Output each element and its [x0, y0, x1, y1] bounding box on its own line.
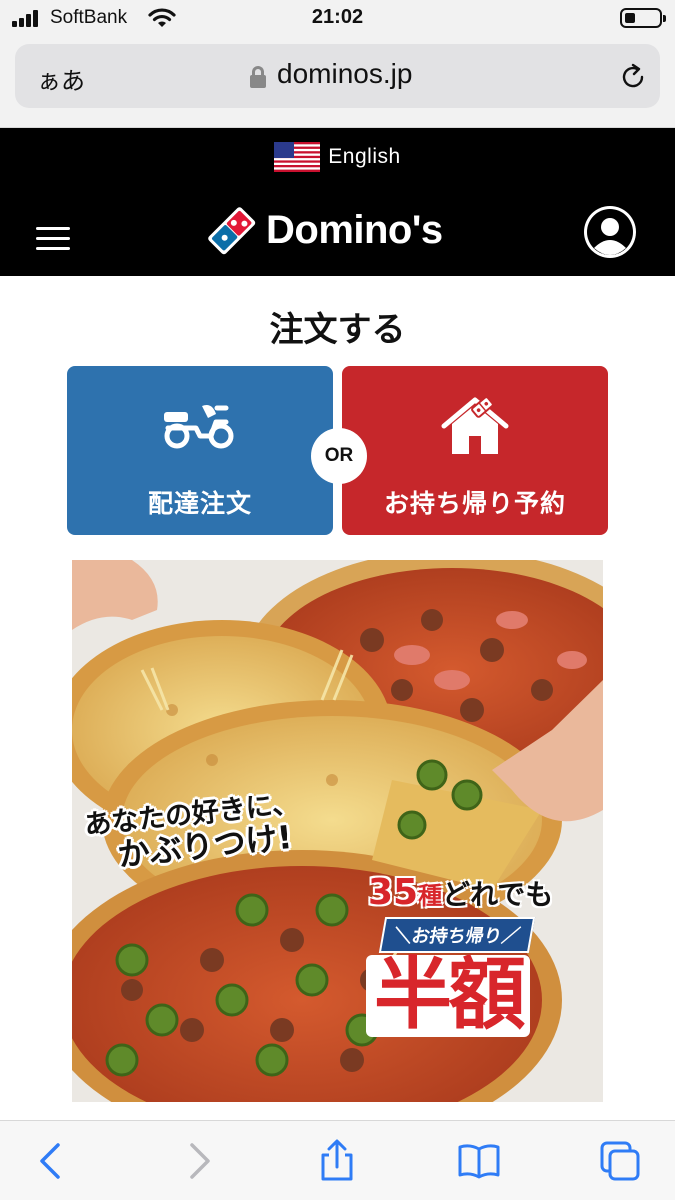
promo-offer: 35種どれでも ＼お持ち帰り／ 半額: [366, 872, 598, 1037]
offer-count-unit: 種: [418, 882, 443, 910]
dominos-logo[interactable]: Domino's: [200, 198, 480, 262]
language-label: English: [328, 145, 401, 168]
or-badge: OR: [311, 428, 367, 484]
site-header: English Domino's: [0, 128, 675, 276]
takeout-order-label: お持ち帰り予約: [383, 489, 566, 518]
account-icon[interactable]: [582, 204, 638, 260]
clock: 21:02: [311, 6, 364, 28]
tabs-icon[interactable]: [598, 1139, 642, 1183]
url-domain[interactable]: dominos.jp: [277, 58, 412, 90]
menu-button[interactable]: [36, 227, 70, 251]
offer-count-suffix: どれでも: [442, 878, 554, 911]
takeout-order-button[interactable]: お持ち帰り予約: [342, 366, 608, 535]
domino-tile-icon: [208, 207, 256, 255]
text-size-button[interactable]: ぁあ: [37, 61, 85, 96]
browser-address-area: ぁあ dominos.jp: [0, 38, 675, 128]
reload-icon[interactable]: [618, 62, 648, 92]
book-icon[interactable]: [457, 1139, 501, 1183]
offer-takeout-tag: ＼お持ち帰り／: [378, 917, 536, 953]
delivery-order-label: 配達注文: [147, 489, 252, 518]
lock-icon: [250, 66, 266, 88]
offer-count-number: 35: [368, 872, 419, 913]
status-bar: SoftBank 21:02: [0, 0, 675, 38]
language-switch[interactable]: English: [0, 140, 675, 174]
offer-count: 35種どれでも: [368, 872, 598, 913]
battery-icon: [620, 8, 666, 28]
order-title: 注文する: [269, 310, 406, 350]
offer-discount: 半額: [366, 954, 531, 1037]
browser-toolbar: [0, 1120, 675, 1200]
brand-name: Domino's: [266, 207, 443, 252]
chevron-right-icon[interactable]: [176, 1139, 220, 1183]
address-bar[interactable]: ぁあ dominos.jp: [15, 44, 660, 108]
house-icon: [441, 396, 509, 454]
chevron-left-icon[interactable]: [30, 1139, 74, 1183]
promo-banner[interactable]: あなたの好きに、 かぶりつけ! 35種どれでも ＼お持ち帰り／ 半額: [72, 560, 603, 1102]
delivery-order-button[interactable]: 配達注文: [67, 366, 333, 535]
scooter-icon: [164, 405, 234, 449]
us-flag-icon: [274, 142, 321, 172]
share-icon[interactable]: [315, 1139, 359, 1183]
